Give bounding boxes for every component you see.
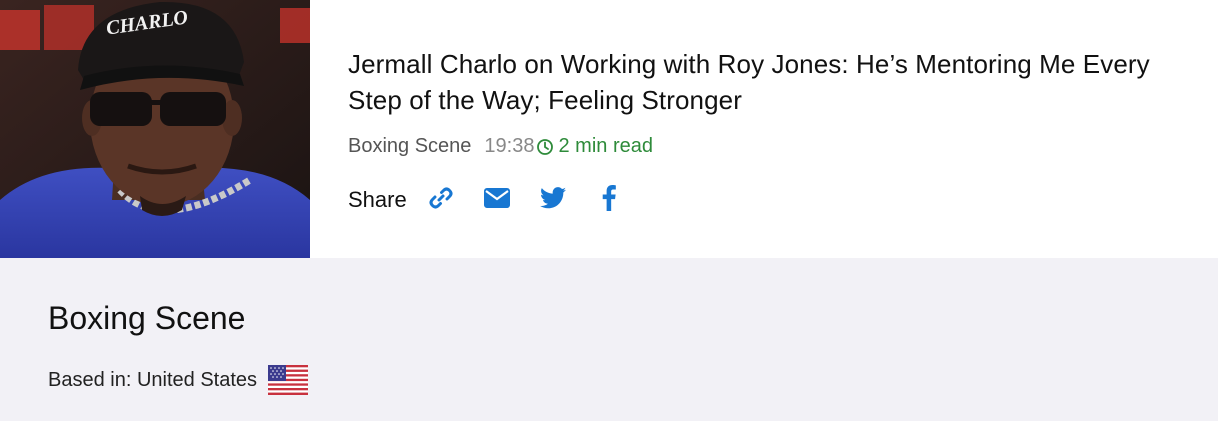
us-flag-icon [268,365,309,395]
article-info: Jermall Charlo on Working with Roy Jones… [348,46,1208,216]
article-headline[interactable]: Jermall Charlo on Working with Roy Jones… [348,46,1208,118]
read-time: 2 min read [558,135,653,157]
facebook-icon [602,184,616,216]
based-in-text: Based in: United States [48,369,258,391]
article-meta: Boxing Scene 19:38 2 min read [348,133,1208,159]
publisher-panel: Boxing Scene Based in: United States [0,258,1218,421]
publisher-name[interactable]: Boxing Scene [48,298,245,338]
article-thumbnail[interactable]: CHARLO [0,0,310,258]
publisher-location: Based in: United States [48,365,309,395]
link-icon [428,185,454,216]
share-label: Share [348,187,407,212]
email-icon [483,187,510,213]
boxer-photo: CHARLO [0,0,310,258]
twitter-icon [539,186,566,214]
share-email-button[interactable] [481,184,513,216]
share-facebook-button[interactable] [593,184,625,216]
article-card: CHARLO Jermall Charlo on Working with Ro… [0,0,1218,258]
article-time: 19:38 [484,135,535,157]
share-bar: Share [348,184,1208,216]
share-twitter-button[interactable] [537,184,569,216]
clock-icon [536,137,554,155]
share-link-button[interactable] [425,184,457,216]
article-source[interactable]: Boxing Scene [348,133,471,159]
